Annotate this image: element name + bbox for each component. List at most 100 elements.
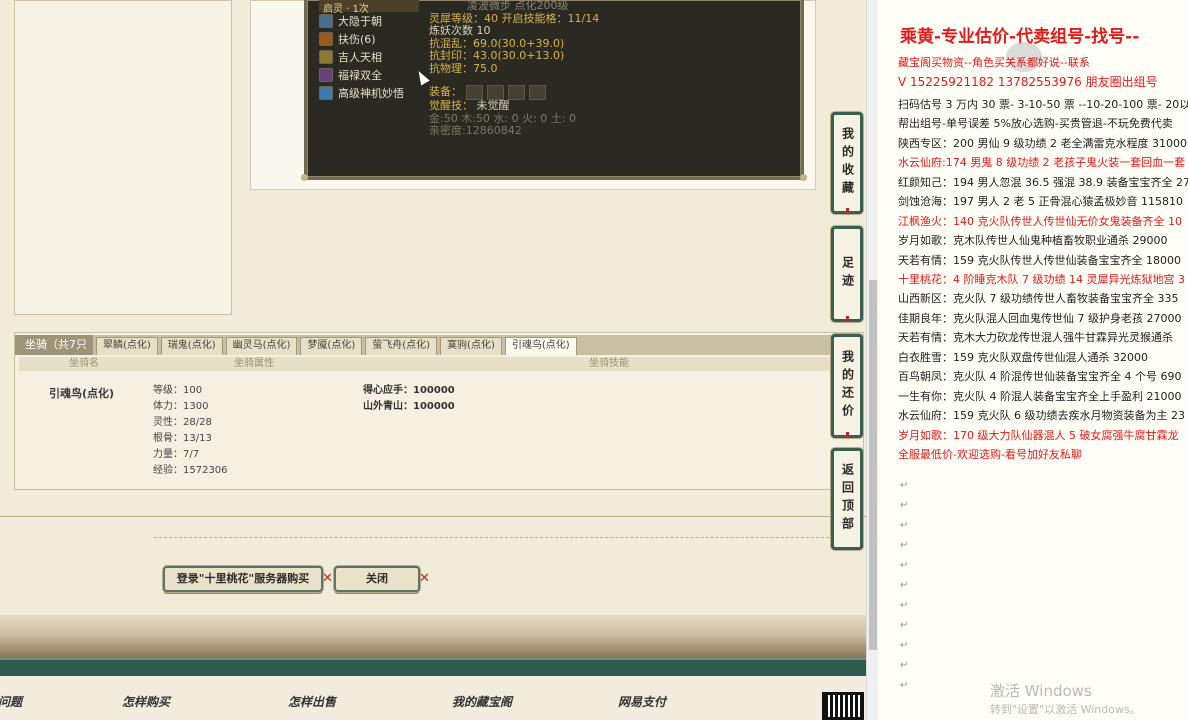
doc-line: 剑蚀沧海：197 男人 2 老 5 正骨混心猿孟极妙音 115810 (898, 195, 1183, 209)
doc-line: 十里桃花：4 阶睡克木队 7 级功绩 14 灵犀异光炼狱地宫 3 (898, 272, 1185, 286)
doc-line: 水云仙府:174 男鬼 8 级功绩 2 老孩子鬼火装一套回血一套 (898, 156, 1186, 170)
flame-skill-icon (319, 32, 333, 46)
equip-slot[interactable] (466, 85, 483, 100)
mount-table-header: 坐骑名 坐骑属性 坐骑技能 (19, 357, 861, 371)
mount-tabs: 坐骑（共7只 翠鳞(点化) 瑞鬼(点化) 幽灵马(点化) 梦魇(点化) 萤飞舟(… (15, 335, 863, 355)
footer-link-my-cbg[interactable]: 我的藏宝阁 (452, 693, 512, 710)
tab-mount-7[interactable]: 引魂鸟(点化) (504, 337, 577, 355)
button-tassel (845, 208, 849, 214)
footer-link-netease-pay[interactable]: 网易支付 (618, 693, 666, 710)
favorites-button[interactable]: 我的收藏 (831, 112, 863, 214)
scrollbar-thumb[interactable] (869, 280, 877, 650)
doc-line: 红颜知己：194 男人忽混 36.5 强混 38.9 装备宝宝齐全 270 (898, 175, 1188, 189)
frame-ornament (301, 174, 308, 181)
tab-mount-4[interactable]: 梦魇(点化) (300, 337, 363, 355)
decorative-band (0, 658, 866, 676)
footer-nav: 问题 怎样购买 怎样出售 我的藏宝阁 网易支付 (0, 676, 866, 720)
equip-slot[interactable] (487, 85, 504, 100)
paragraph-mark: ↵ (900, 560, 909, 571)
button-tassel (845, 316, 849, 322)
doc-line: 岁月如歌：克木队传世人仙鬼种植畜牧职业通杀 29000 (898, 234, 1168, 248)
skill-name: 扶伤(6) (338, 33, 376, 46)
character-detail-panel: 启灵 · 1次 大隐于朝 扶伤(6) 吉人天相 福禄双全 高级神机妙悟 凌波微步… (301, 0, 807, 181)
doc-line: 陕西专区：200 男仙 9 级功绩 2 老全满雷克水程度 31000 (898, 136, 1187, 150)
attr-subtitle: 凌波微步 点化200级 (467, 0, 569, 12)
doc-line: 全服最低价-欢迎选购-看号加好友私聊 (898, 448, 1082, 461)
doc-line: V 15225921182 13782553976 朋友圈出组号 (898, 75, 1158, 90)
skill-name: 福禄双全 (338, 69, 382, 82)
page-scrollbar[interactable] (866, 0, 878, 720)
tab-mount-6[interactable]: 寞驹(点化) (440, 337, 502, 355)
mount-stats: 等级：100 体力：1300 灵性：28/28 根骨：13/13 力量：7/7 … (153, 383, 228, 479)
footprint-label: 足迹 (840, 256, 855, 292)
paragraph-mark: ↵ (900, 480, 909, 491)
insight-skill-icon (319, 86, 333, 100)
mount-name: 引魂鸟(点化) (49, 387, 115, 400)
doc-line: 藏宝阁买物资--角色买关系都好说--联系 (898, 56, 1090, 69)
doc-line: 江枫渔火：140 克火队传世人传世仙无价女鬼装备齐全 10 (898, 214, 1182, 228)
skill-item[interactable]: 扶伤(6) (319, 30, 419, 48)
skill-name: 大隐于朝 (338, 15, 382, 28)
water-skill-icon (319, 14, 333, 28)
footprint-button[interactable]: 足迹 (831, 226, 863, 322)
lianyao-count: 炼妖次数 10 (429, 24, 491, 37)
document-pane: 乘黄-专业估价-代卖组号-找号-- 藏宝阁买物资--角色买关系都好说--联系 V … (878, 0, 1188, 720)
close-x-icon: ✕ (322, 571, 333, 586)
activate-windows-subtitle: 转到"设置"以激活 Windows。 (990, 703, 1141, 716)
skill-item[interactable]: 吉人天相 (319, 48, 419, 66)
intimacy-value: 亲密度:12860842 (429, 124, 522, 137)
activate-windows-title: 激活 Windows (990, 682, 1092, 700)
skill-list: 启灵 · 1次 大隐于朝 扶伤(6) 吉人天相 福禄双全 高级神机妙悟 (319, 0, 419, 102)
game-page: 启灵 · 1次 大隐于朝 扶伤(6) 吉人天相 福禄双全 高级神机妙悟 凌波微步… (0, 0, 866, 720)
frame-ornament (800, 174, 807, 181)
equip-label: 装备： (429, 85, 462, 99)
mount-section: 坐骑（共7只 翠鳞(点化) 瑞鬼(点化) 幽灵马(点化) 梦魇(点化) 萤飞舟(… (14, 332, 864, 490)
footer-link-how-to-sell[interactable]: 怎样出售 (288, 693, 336, 710)
luck-skill-icon (319, 50, 333, 64)
paragraph-mark: ↵ (900, 680, 909, 691)
paragraph-mark: ↵ (900, 640, 909, 651)
equipment-row: 装备： (429, 85, 669, 100)
doc-line: 水云仙府：159 克火队 6 级功绩去疾水月物资装备为主 23 (898, 409, 1185, 423)
skill-item[interactable]: 高级神机妙悟 (319, 84, 419, 102)
equip-slot[interactable] (529, 85, 546, 100)
equip-slot[interactable] (508, 85, 525, 100)
col-mount-name: 坐骑名 (69, 358, 99, 369)
button-tassel (845, 432, 849, 438)
tab-mount-3[interactable]: 幽灵马(点化) (225, 337, 298, 355)
fortune-skill-icon (319, 68, 333, 82)
tab-mount-2[interactable]: 瑞鬼(点化) (160, 337, 223, 355)
skill-name: 高级神机妙悟 (338, 87, 404, 100)
paragraph-mark: ↵ (900, 500, 909, 511)
mount-skill: 山外青山：100000 (363, 401, 455, 412)
skill-name: 吉人天相 (338, 51, 382, 64)
tab-mount-5[interactable]: 萤飞舟(点化) (365, 337, 438, 355)
favorites-label: 我的收藏 (840, 127, 855, 199)
doc-line: 佳期良年：克火队混人回血鬼传世仙 7 级护身老孩 27000 (898, 311, 1182, 325)
skill-item[interactable]: 福禄双全 (319, 66, 419, 84)
resist-seal: 抗封印：43.0(30.0+13.0) (429, 49, 565, 62)
qr-code-icon (822, 692, 864, 720)
awaken-value: 未觉醒 (476, 99, 510, 112)
my-counteroffer-label: 我的还价 (840, 350, 855, 422)
left-info-panel (14, 0, 232, 315)
character-attributes: 凌波微步 点化200级 灵犀等级：40 开启技能格：11/14 炼妖次数 10 … (429, 0, 669, 138)
paragraph-mark: ↵ (900, 620, 909, 631)
my-counteroffer-button[interactable]: 我的还价 (831, 334, 863, 438)
col-mount-attr: 坐骑属性 (234, 358, 274, 369)
back-to-top-button[interactable]: 返回顶部 (831, 448, 863, 550)
mount-stat: 等级：100 (153, 385, 203, 396)
doc-line: 白衣胜雪：159 克火队双盘传世仙混人通杀 32000 (898, 350, 1148, 364)
login-server-buy-button[interactable]: 登录"十里桃花"服务器购买 (163, 566, 323, 592)
tab-mount-1[interactable]: 翠鳞(点化) (96, 337, 158, 355)
paragraph-mark: ↵ (900, 580, 909, 591)
close-button[interactable]: 关闭 (334, 566, 420, 592)
back-to-top-label: 返回顶部 (840, 463, 855, 535)
doc-line: 岁月如歌：170 级大力队仙器混人 5 破女腐强牛腐甘霖龙 (898, 428, 1179, 442)
footer-link-how-to-buy[interactable]: 怎样购买 (122, 693, 170, 710)
mount-stat: 根骨：13/13 (153, 433, 212, 444)
skill-header: 启灵 · 1次 (319, 0, 419, 15)
mount-stat: 体力：1300 (153, 401, 209, 412)
footer-link-help[interactable]: 问题 (0, 693, 22, 710)
mount-skills: 得心应手：100000 山外青山：100000 (363, 383, 455, 415)
